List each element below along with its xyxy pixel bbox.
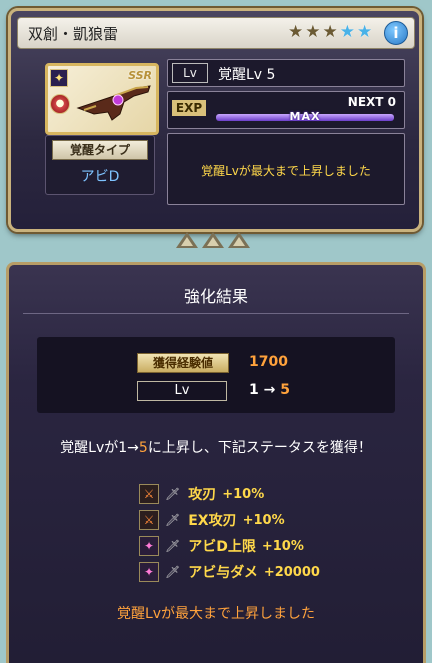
skill-row: ⚔ 🗡 攻刃 +10% [139,481,320,507]
skill-row: ✦ 🗡 アビD上限 +10% [139,533,320,559]
skill-value: +20000 [263,564,320,580]
awaken-type-label: 覚醒タイプ [52,140,148,160]
weapon-thumbnail[interactable]: SSR ✦ ● [45,63,159,135]
next-exp-text: NEXT 0 [347,95,396,109]
magic-icon: ✦ [139,562,159,582]
awaken-level-text: 覚醒Lv 5 [218,67,276,83]
footer-message: 覚醒Lvが最大まで上昇しました [116,606,316,622]
result-title: 強化結果 [183,287,248,306]
star-icon: ★ [357,22,373,42]
star-icon: ★ [322,22,338,42]
exp-row: EXP NEXT 0 MAX [167,91,405,129]
info-button[interactable]: i [384,21,408,45]
star-icon: ★ [305,22,321,42]
triangle-icon [202,232,224,248]
star-element-icon: ✦ [50,69,68,87]
weapon-header: 双創・凱狼雷 ★ ★ ★ ★ ★ i [17,17,415,49]
blade-icon: ⚔ [139,510,159,530]
skill-name: 攻刃 [188,487,217,503]
magic-icon: ✦ [139,536,159,556]
sword-icon: 🗡 [165,539,181,553]
sword-icon: 🗡 [165,513,181,527]
skill-name: アビ与ダメ [188,565,258,581]
result-panel: 強化結果 獲得経験値 1700 Lv 1 → 5 覚醒Lvが1→5に上昇し、下記… [6,262,426,663]
sword-icon: 🗡 [165,565,181,579]
skill-value: +10% [222,486,265,502]
down-arrows [176,232,250,248]
divider [23,313,409,314]
awaken-type-panel: 覚醒タイプ アビD [45,135,155,195]
lv-to: 5 [280,382,290,398]
weapon-name: 双創・凱狼雷 [28,25,119,43]
summary-level: 5 [138,440,148,456]
sword-icon: 🗡 [165,487,181,501]
uncap-stars: ★ ★ ★ ★ ★ [288,23,372,41]
star-icon: ★ [339,22,355,42]
skill-row: ⚔ 🗡 EX攻刃 +10% [139,507,320,533]
max-label: MAX [289,110,321,123]
awaken-level-row: Lv 覚醒Lv 5 [167,59,405,87]
lv-from: 1 [249,382,259,398]
gun-type-icon: ● [50,94,70,114]
gain-exp-label: 獲得経験値 [137,353,229,373]
awaken-type-value: アビD [80,169,120,185]
weapon-card: 双創・凱狼雷 ★ ★ ★ ★ ★ i SSR ✦ ● 覚醒タイプ アビD Lv … [8,8,422,232]
gun-icon [76,85,151,121]
gain-exp-value: 1700 [249,354,288,370]
skill-value: +10% [242,512,285,528]
lv-label: Lv [137,381,227,401]
triangle-icon [176,232,198,248]
summary-suffix: に上昇し、下記ステータスを獲得！ [147,440,372,456]
skill-list: ⚔ 🗡 攻刃 +10% ⚔ 🗡 EX攻刃 +10% ✦ 🗡 アビD上限 +10%… [139,481,320,585]
exp-tag: EXP [172,100,206,116]
summary-prefix: 覚醒Lvが1→ [60,440,139,456]
star-icon: ★ [288,22,304,42]
arrow-right-icon: → [263,382,276,398]
skill-name: アビD上限 [188,539,256,555]
skill-name: EX攻刃 [188,513,237,529]
status-message-box: 覚醒Lvが最大まで上昇しました [167,133,405,205]
gain-box: 獲得経験値 1700 Lv 1 → 5 [37,337,395,413]
lv-tag: Lv [172,63,208,83]
skill-row: ✦ 🗡 アビ与ダメ +20000 [139,559,320,585]
result-summary: 覚醒Lvが1→5に上昇し、下記ステータスを獲得！ [9,437,423,457]
status-message: 覚醒Lvが最大まで上昇しました [201,164,371,178]
lv-change: 1 → 5 [249,382,290,398]
triangle-icon [228,232,250,248]
skill-value: +10% [261,538,304,554]
blade-icon: ⚔ [139,484,159,504]
